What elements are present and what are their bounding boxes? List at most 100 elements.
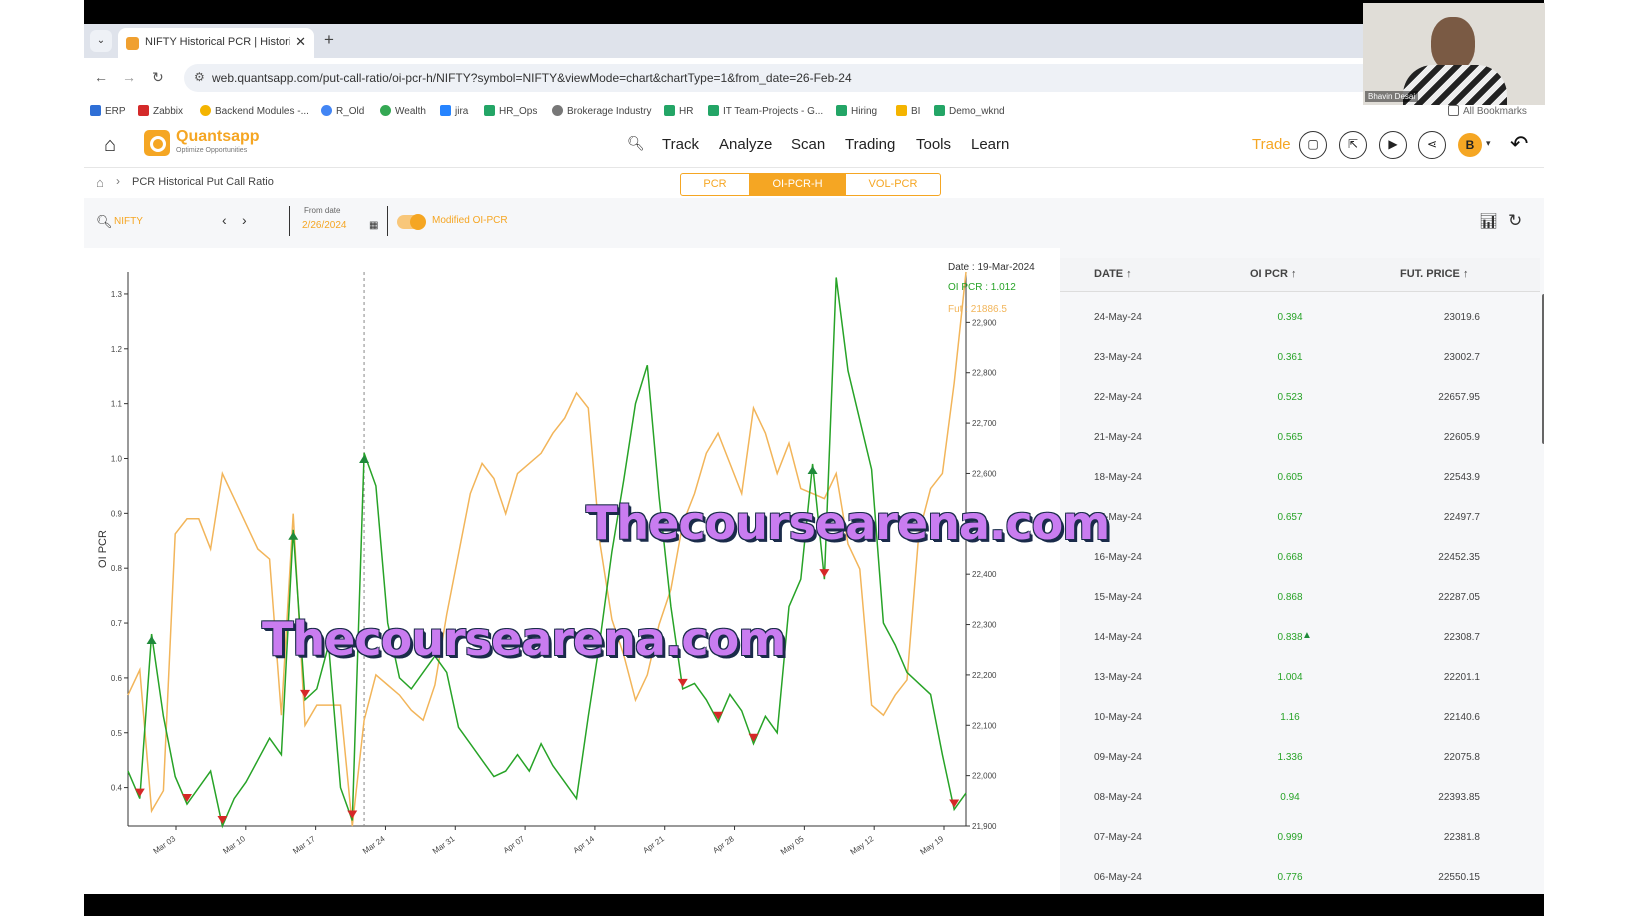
table-row[interactable]: 24-May-24 0.394 23019.6 bbox=[1060, 298, 1520, 338]
oi-pcr-chart[interactable]: 1.3 1.2 1.1 1.0 0.9 0.8 0.7 0.6 0.5 0.4 22,900 22,8… bbox=[84, 248, 1054, 894]
share-screen-icon[interactable]: ⇱ bbox=[1339, 131, 1367, 159]
bookmark-erp[interactable]: ERP bbox=[90, 105, 126, 117]
cell-oi-pcr: 0.999 bbox=[1277, 832, 1303, 843]
tab-vol-pcr[interactable]: VOL-PCR bbox=[846, 174, 940, 195]
cell-oi-pcr: 0.361 bbox=[1277, 352, 1303, 363]
table-row[interactable]: 22-May-24 0.523 22657.95 bbox=[1060, 378, 1520, 418]
calendar-icon[interactable]: ▦ bbox=[369, 220, 378, 231]
chevron-right-icon: › bbox=[116, 174, 120, 188]
reload-icon[interactable]: ↻ bbox=[152, 69, 164, 86]
next-symbol-icon[interactable]: › bbox=[242, 212, 247, 228]
table-row[interactable]: 16-May-24 0.668 22452.35 bbox=[1060, 538, 1520, 578]
bookmark-hiring[interactable]: Hiring bbox=[836, 105, 877, 117]
home-icon[interactable]: ⌂ bbox=[104, 134, 116, 157]
breadcrumb-home-icon[interactable]: ⌂ bbox=[96, 175, 104, 190]
bar-chart-icon[interactable]: 📊︎ bbox=[1479, 212, 1498, 230]
menu-tools[interactable]: Tools bbox=[916, 136, 951, 153]
y-right-tick-label: 22,200 bbox=[972, 671, 997, 680]
table-row[interactable]: 15-May-24 0.868 22287.05 bbox=[1060, 578, 1520, 618]
browser-tab[interactable]: NIFTY Historical PCR | Historica ✕ bbox=[118, 28, 314, 58]
col-fut-price-header[interactable]: FUT. PRICE ↑ bbox=[1400, 268, 1468, 280]
up-arrow-icon: ▲ bbox=[1302, 630, 1312, 641]
webcam-person-head bbox=[1431, 17, 1475, 71]
tab-pcr[interactable]: PCR bbox=[681, 174, 749, 195]
brand-tagline: Optimize Opportunities bbox=[176, 147, 248, 154]
bookmark-hr-ops[interactable]: HR_Ops bbox=[484, 105, 537, 117]
new-tab-button[interactable]: + bbox=[324, 30, 334, 50]
from-date-input[interactable]: 2/26/2024 bbox=[302, 220, 347, 231]
table-row[interactable]: 07-May-24 0.999 22381.8 bbox=[1060, 818, 1520, 858]
menu-learn[interactable]: Learn bbox=[971, 136, 1009, 153]
y-right-tick-label: 22,100 bbox=[972, 721, 997, 730]
bookmark-r-old[interactable]: R_Old bbox=[321, 105, 364, 117]
table-row[interactable]: 21-May-24 0.565 22605.9 bbox=[1060, 418, 1520, 458]
up-signal-marker bbox=[359, 455, 370, 464]
table-scrollbar[interactable] bbox=[1542, 294, 1544, 444]
tab-search-chevron-icon[interactable]: ⌄ bbox=[90, 30, 112, 52]
avatar[interactable]: B bbox=[1458, 133, 1482, 157]
bookmark-zabbix[interactable]: Zabbix bbox=[138, 105, 183, 117]
y-right-tick-label: 22,800 bbox=[972, 369, 997, 378]
quantsapp-logo-icon[interactable] bbox=[144, 130, 170, 156]
col-oi-pcr-header[interactable]: OI PCR ↑ bbox=[1250, 268, 1296, 280]
cell-oi-pcr: 0.776 bbox=[1277, 872, 1303, 883]
symbol-input[interactable]: NIFTY bbox=[114, 216, 143, 227]
tab-close-icon[interactable]: ✕ bbox=[295, 34, 306, 50]
x-tick-label: Apr 28 bbox=[711, 834, 736, 855]
url-field[interactable]: ⚙ web.quantsapp.com/put-call-ratio/oi-pc… bbox=[184, 64, 1444, 92]
modified-oi-pcr-label: Modified OI-PCR bbox=[432, 215, 508, 226]
tab-oi-pcr-h[interactable]: OI-PCR-H bbox=[749, 174, 846, 195]
table-row[interactable]: 18-May-24 0.605 22543.9 bbox=[1060, 458, 1520, 498]
prev-symbol-icon[interactable]: ‹ bbox=[222, 212, 227, 228]
app-header: ⌂ Quantsapp Optimize Opportunities 🔍︎ Tr… bbox=[84, 124, 1544, 168]
bookmark-jira[interactable]: jira bbox=[440, 105, 468, 117]
table-row[interactable]: 23-May-24 0.361 23002.7 bbox=[1060, 338, 1520, 378]
webcam-name: Bhavin Desai bbox=[1365, 91, 1419, 102]
share-icon[interactable]: ⋖ bbox=[1418, 131, 1446, 159]
cell-fut-price: 22201.1 bbox=[1443, 672, 1480, 683]
cell-oi-pcr: 1.16 bbox=[1280, 712, 1300, 723]
back-icon[interactable]: ↶ bbox=[1510, 131, 1528, 157]
refresh-icon[interactable]: ↻ bbox=[1508, 211, 1522, 231]
y-left-tick-label: 1.3 bbox=[111, 290, 123, 299]
bookmark-hr[interactable]: HR bbox=[664, 105, 693, 117]
col-date-header[interactable]: DATE ↑ bbox=[1094, 268, 1132, 280]
cell-fut-price: 22140.6 bbox=[1443, 712, 1480, 723]
breadcrumb-current: PCR Historical Put Call Ratio bbox=[132, 176, 274, 188]
bookmark-demo-wknd[interactable]: Demo_wknd bbox=[934, 105, 1005, 117]
table-row[interactable]: 06-May-24 0.776 22550.15 bbox=[1060, 858, 1520, 894]
table-row[interactable]: 13-May-24 1.004 22201.1 bbox=[1060, 658, 1520, 698]
table-row[interactable]: 09-May-24 1.336 22075.8 bbox=[1060, 738, 1520, 778]
menu-track[interactable]: Track bbox=[662, 136, 699, 153]
search-icon[interactable]: 🔍︎ bbox=[627, 135, 645, 152]
x-tick-label: Apr 21 bbox=[641, 834, 666, 855]
back-arrow-icon[interactable]: ← bbox=[94, 69, 108, 85]
window-icon[interactable]: ▢ bbox=[1299, 131, 1327, 159]
menu-scan[interactable]: Scan bbox=[791, 136, 825, 153]
forward-arrow-icon[interactable]: → bbox=[122, 69, 136, 85]
menu-trading[interactable]: Trading bbox=[845, 136, 895, 153]
bookmark-brokerage-industry[interactable]: Brokerage Industry bbox=[552, 105, 652, 117]
table-row[interactable]: 17-May-24 0.657 22497.7 bbox=[1060, 498, 1520, 538]
table-row[interactable]: 14-May-24 0.838 22308.7 ▲ bbox=[1060, 618, 1520, 658]
x-tick-label: Apr 07 bbox=[502, 834, 527, 855]
table-row[interactable]: 10-May-24 1.16 22140.6 bbox=[1060, 698, 1520, 738]
cell-fut-price: 22657.95 bbox=[1438, 392, 1480, 403]
webcam-video: Bhavin Desai bbox=[1363, 3, 1545, 105]
bookmark-bi[interactable]: BI bbox=[896, 105, 920, 117]
bookmark-backend-modules[interactable]: Backend Modules -... bbox=[200, 105, 309, 117]
cell-fut-price: 22550.15 bbox=[1438, 872, 1480, 883]
pcr-table: DATE ↑ OI PCR ↑ FUT. PRICE ↑ 24-May-24 0.… bbox=[1060, 248, 1544, 894]
trade-link[interactable]: Trade bbox=[1252, 136, 1291, 153]
chevron-down-icon[interactable]: ▾ bbox=[1486, 138, 1491, 149]
symbol-search-icon: 🔍︎ bbox=[96, 214, 113, 229]
site-settings-icon[interactable]: ⚙ bbox=[194, 70, 205, 84]
bookmark-wealth[interactable]: Wealth bbox=[380, 105, 426, 117]
video-icon[interactable]: ▶ bbox=[1379, 131, 1407, 159]
bookmark-it-team-projects[interactable]: IT Team-Projects - G... bbox=[708, 105, 823, 117]
all-bookmarks[interactable]: All Bookmarks bbox=[1448, 105, 1527, 117]
menu-analyze[interactable]: Analyze bbox=[719, 136, 772, 153]
modified-oi-pcr-toggle[interactable] bbox=[397, 214, 426, 230]
table-row[interactable]: 08-May-24 0.94 22393.85 bbox=[1060, 778, 1520, 818]
letterbox-top bbox=[84, 0, 1544, 24]
